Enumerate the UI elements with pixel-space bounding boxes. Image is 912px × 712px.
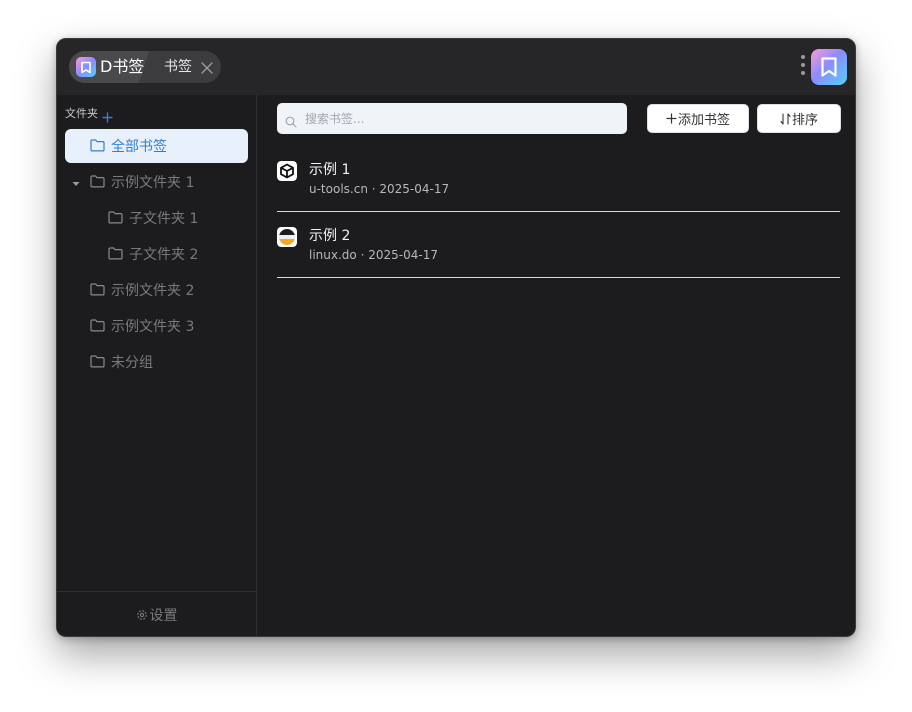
folder-item-example-2[interactable]: 示例文件夹 2 [65, 273, 248, 307]
folder-label: 示例文件夹 3 [111, 319, 195, 335]
plus-icon [666, 113, 677, 124]
app-tab-pill[interactable]: D书签 书签 [69, 51, 221, 83]
folder-item-subfolder-2[interactable]: 子文件夹 2 [65, 237, 248, 271]
linuxdo-icon [277, 227, 297, 247]
folder-header: 文件夹 [65, 105, 113, 123]
bookmark-item[interactable]: 示例 2 linux.do · 2025-04-17 [277, 213, 840, 278]
bookmark-domain: linux.do [309, 248, 357, 262]
utools-icon [277, 161, 297, 181]
bookmark-list: 示例 1 u-tools.cn · 2025-04-17 示例 2 linux.… [277, 147, 840, 279]
sort-button[interactable]: 排序 [757, 104, 841, 133]
app-window: D书签 书签 文件夹 全部书签 示例文件夹 1 子文件夹 1 子文件夹 2 示例… [56, 38, 856, 637]
tab-bookmarks-label[interactable]: 书签 [164, 59, 192, 75]
search-input[interactable] [303, 110, 607, 127]
settings-label: 设置 [149, 608, 178, 624]
bookmark-meta: linux.do · 2025-04-17 [309, 248, 438, 262]
app-logo-icon [76, 57, 96, 77]
folder-label: 全部书签 [111, 139, 167, 155]
folder-icon [90, 319, 105, 332]
bookmark-item[interactable]: 示例 1 u-tools.cn · 2025-04-17 [277, 147, 840, 212]
close-icon[interactable] [200, 60, 214, 74]
folder-icon [90, 175, 105, 188]
bookmark-title[interactable]: 示例 1 [309, 159, 350, 179]
bookmark-meta: u-tools.cn · 2025-04-17 [309, 182, 449, 196]
settings-button[interactable]: 设置 [57, 591, 256, 636]
app-name: D书签 [100, 57, 145, 76]
bookmark-date: · 2025-04-17 [371, 182, 450, 196]
folder-icon [90, 139, 105, 152]
main-content: 添加书签 排序 示例 1 u-tools.cn · [257, 95, 855, 636]
folder-item-example-3[interactable]: 示例文件夹 3 [65, 309, 248, 343]
plugin-logo-icon[interactable] [811, 49, 847, 85]
folder-label: 子文件夹 2 [129, 247, 199, 263]
app-header: D书签 [69, 51, 149, 83]
folder-icon [108, 211, 123, 224]
titlebar: D书签 书签 [57, 39, 855, 95]
sidebar: 文件夹 全部书签 示例文件夹 1 子文件夹 1 子文件夹 2 示例文件夹 2 示… [57, 95, 257, 636]
folder-icon [90, 355, 105, 368]
folder-label: 未分组 [111, 355, 153, 371]
sort-label: 排序 [791, 113, 818, 128]
add-bookmark-label: 添加书签 [677, 113, 730, 128]
folder-list: 全部书签 示例文件夹 1 子文件夹 1 子文件夹 2 示例文件夹 2 示例文件夹… [65, 129, 248, 381]
folder-label: 示例文件夹 1 [111, 175, 195, 191]
folder-item-example-1[interactable]: 示例文件夹 1 [65, 165, 248, 199]
folder-item-subfolder-1[interactable]: 子文件夹 1 [65, 201, 248, 235]
search-box[interactable] [277, 103, 627, 134]
more-vertical-icon[interactable] [800, 55, 806, 79]
folder-label: 示例文件夹 2 [111, 283, 195, 299]
add-bookmark-button[interactable]: 添加书签 [647, 104, 749, 133]
gear-icon [136, 609, 148, 621]
add-folder-icon[interactable] [102, 108, 113, 123]
search-icon [285, 113, 297, 128]
folder-icon [108, 247, 123, 260]
folder-icon [90, 283, 105, 296]
caret-down-icon[interactable] [71, 177, 81, 187]
folder-label: 子文件夹 1 [129, 211, 199, 227]
bookmark-title[interactable]: 示例 2 [309, 225, 350, 245]
folder-item-all-bookmarks[interactable]: 全部书签 [65, 129, 248, 163]
sort-icon [780, 113, 791, 125]
folder-header-label: 文件夹 [65, 107, 98, 120]
bookmark-date: · 2025-04-17 [360, 248, 438, 262]
folder-item-ungrouped[interactable]: 未分组 [65, 345, 248, 379]
bookmark-domain: u-tools.cn [309, 182, 368, 196]
